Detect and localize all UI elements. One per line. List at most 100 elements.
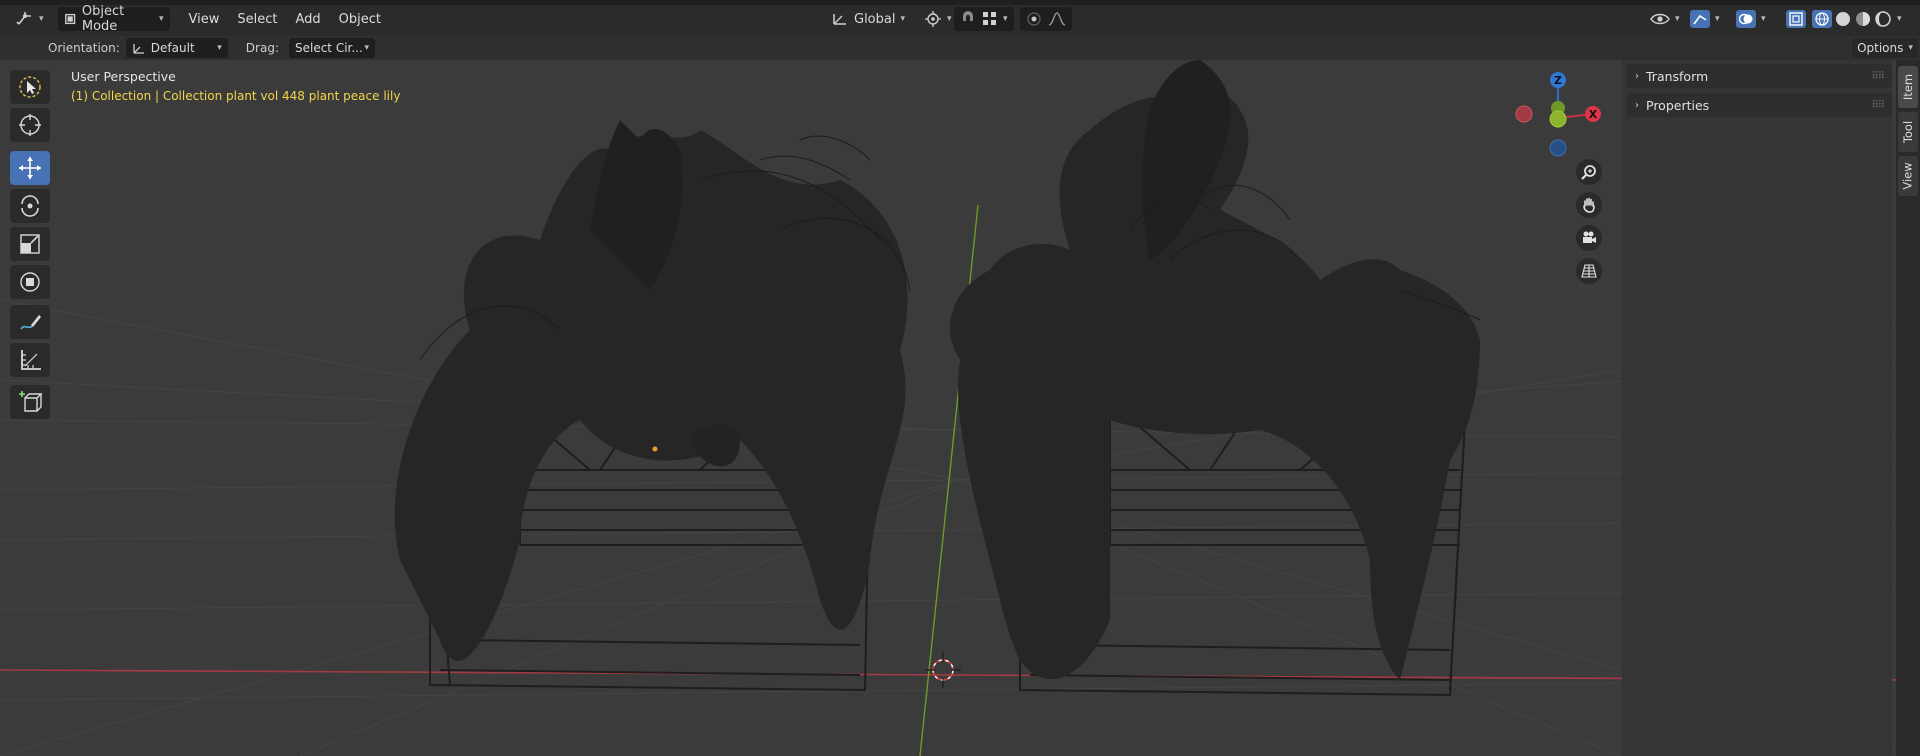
gizmo-neg-x[interactable] <box>1515 105 1533 123</box>
mode-selector[interactable]: Object Mode ▾ <box>57 4 170 34</box>
top-strip <box>0 0 1920 5</box>
menu-object[interactable]: Object <box>330 7 390 31</box>
chevron-right-icon: › <box>1635 99 1639 111</box>
move-tool[interactable] <box>10 151 50 185</box>
object-origin-dot <box>652 446 658 452</box>
mode-label: Object Mode <box>81 4 125 34</box>
measure-tool[interactable] <box>10 343 50 377</box>
cursor-target-icon <box>19 114 41 136</box>
gizmo-neg-z[interactable] <box>1549 139 1567 157</box>
scale-tool[interactable] <box>10 227 50 261</box>
perspective-toggle-button[interactable] <box>1576 258 1602 284</box>
hand-icon <box>1583 197 1595 213</box>
menu-add[interactable]: Add <box>287 7 330 31</box>
viewport-header: ▾ Object Mode ▾ View Select Add Object G… <box>0 0 1920 38</box>
zoom-button[interactable] <box>1576 159 1602 185</box>
tab-item[interactable]: Item <box>1898 66 1918 108</box>
orientation-label: Orientation: <box>48 41 120 55</box>
planter-left <box>394 120 911 692</box>
orientation-value: Default <box>150 41 195 55</box>
chevron-down-icon: ▾ <box>1908 43 1913 53</box>
drag-value: Select Cir... <box>294 41 363 55</box>
pivot-point-selector[interactable]: ▾ <box>918 7 958 31</box>
overlays-icon <box>1736 10 1756 28</box>
chevron-down-icon: ▾ <box>217 43 222 53</box>
transform-orientation-selector[interactable]: Global ▾ <box>826 7 912 31</box>
tool-settings-bar: Orientation: Default ▾ Drag: Select Cir.… <box>0 36 1920 60</box>
orientation-label: Global <box>854 11 896 27</box>
panel-properties-label: Properties <box>1646 97 1710 113</box>
sidebar-panel <box>1622 60 1892 756</box>
magnet-icon <box>963 11 973 21</box>
tab-item-label: Item <box>1901 73 1915 101</box>
options-dropdown[interactable]: Options ▾ <box>1852 38 1918 58</box>
tab-view[interactable]: View <box>1898 156 1918 196</box>
snap-grid-icon <box>983 12 996 25</box>
panel-properties-header[interactable]: › Properties ⠿⠿ <box>1626 93 1892 117</box>
transform-tool[interactable] <box>10 265 50 299</box>
orientation-axes-icon <box>833 14 846 25</box>
orientation-dropdown[interactable]: Default ▾ <box>125 38 228 58</box>
object-mode-icon <box>64 13 75 25</box>
add-cube-icon <box>19 391 43 412</box>
falloff-curve-icon <box>1048 12 1066 26</box>
drag-grip-icon[interactable]: ⠿⠿ <box>1871 100 1885 111</box>
add-cube-tool[interactable] <box>10 385 50 419</box>
tab-tool-label: Tool <box>1901 120 1915 144</box>
tab-tool[interactable]: Tool <box>1898 112 1918 152</box>
xray-icon <box>1786 10 1806 28</box>
annotate-tool[interactable] <box>10 305 50 339</box>
drag-grip-icon[interactable]: ⠿⠿ <box>1871 71 1885 82</box>
move-arrows-icon <box>19 157 41 179</box>
gizmo-neg-y[interactable] <box>1549 110 1567 128</box>
panel-transform-header[interactable]: › Transform ⠿⠿ <box>1626 64 1892 88</box>
orientation-default-icon <box>133 44 144 54</box>
chevron-down-icon: ▾ <box>1003 14 1008 24</box>
visibility-selector[interactable]: ▾ <box>1644 7 1686 31</box>
chevron-down-icon: ▾ <box>1761 14 1766 24</box>
chevron-down-icon: ▾ <box>1675 14 1680 24</box>
select-box-tool[interactable] <box>10 70 50 104</box>
wireframe-shading-icon[interactable] <box>1812 10 1832 28</box>
overlays-toggle[interactable]: ▾ <box>1730 7 1772 31</box>
pencil-icon <box>20 315 41 330</box>
camera-icon <box>1583 231 1596 243</box>
panel-transform-label: Transform <box>1646 68 1709 84</box>
planter-right <box>950 60 1481 697</box>
chevron-down-icon: ▾ <box>159 14 164 24</box>
chevron-down-icon: ▾ <box>900 14 906 24</box>
rendered-shading-icon[interactable] <box>1874 10 1892 28</box>
ruler-icon <box>21 350 41 370</box>
gizmo-x-label: X <box>1589 108 1598 121</box>
gizmo-z-label: Z <box>1554 74 1562 87</box>
options-label: Options <box>1857 41 1904 55</box>
navigation-gizmo[interactable]: Z X <box>1510 66 1610 166</box>
pan-button[interactable] <box>1576 192 1602 218</box>
scale-icon <box>20 234 40 254</box>
drag-label: Drag: <box>245 41 279 55</box>
cursor-tool[interactable] <box>10 108 50 142</box>
proportional-edit-icon <box>1027 12 1041 26</box>
drag-dropdown[interactable]: Select Cir... ▾ <box>288 38 375 58</box>
pivot-icon <box>925 11 941 27</box>
shading-modes: ▾ <box>1806 7 1908 31</box>
header-menu: View Select Add Object <box>180 7 390 31</box>
snap-controls[interactable]: ▾ <box>954 7 1014 31</box>
rotate-tool[interactable] <box>10 189 50 223</box>
chevron-down-icon: ▾ <box>39 14 44 24</box>
proportional-edit-controls[interactable] <box>1020 7 1072 31</box>
menu-select[interactable]: Select <box>228 7 286 31</box>
menu-view[interactable]: View <box>180 7 229 31</box>
material-shading-icon[interactable] <box>1854 10 1872 28</box>
gizmo-toggle[interactable]: ▾ <box>1684 7 1726 31</box>
chevron-right-icon: › <box>1635 70 1639 82</box>
viewport-perspective-label: User Perspective <box>71 69 176 84</box>
chevron-down-icon: ▾ <box>947 14 952 24</box>
solid-shading-icon[interactable] <box>1834 10 1852 28</box>
editor-type-button[interactable]: ▾ <box>10 7 50 31</box>
camera-view-button[interactable] <box>1576 225 1602 251</box>
eye-icon <box>1650 13 1670 25</box>
chevron-down-icon: ▾ <box>364 43 369 53</box>
rotate-icon <box>21 195 39 217</box>
magnifier-icon <box>1581 165 1596 180</box>
